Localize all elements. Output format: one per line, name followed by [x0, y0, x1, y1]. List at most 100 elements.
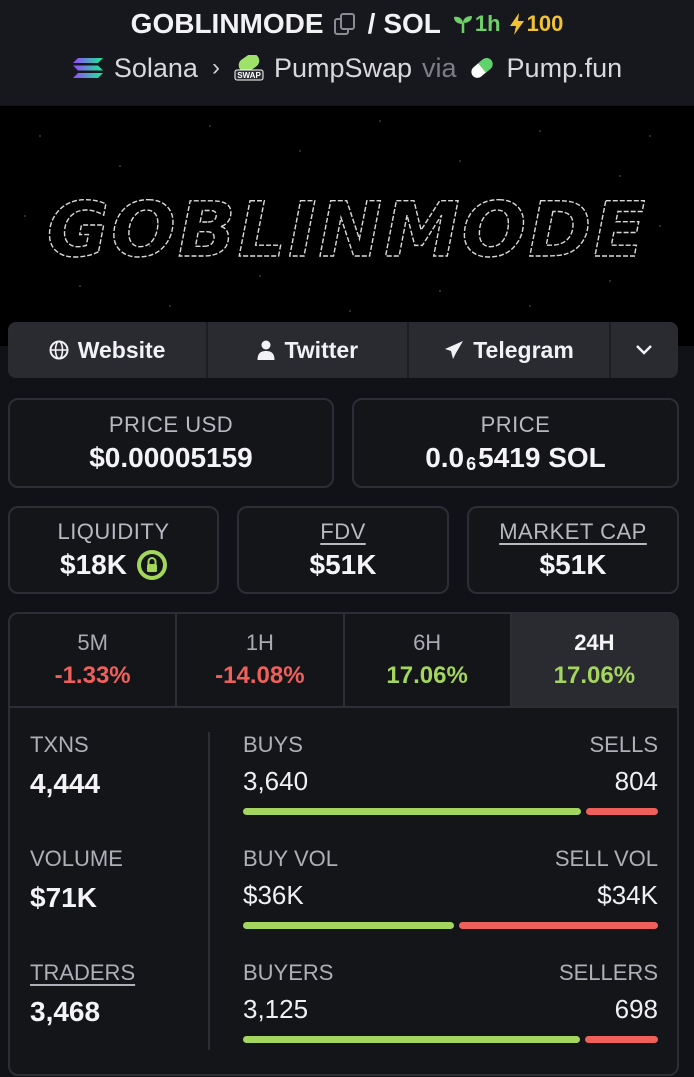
sell-vol-label: SELL VOL [554, 846, 658, 871]
tab-6h[interactable]: 6H 17.06% [345, 614, 512, 706]
sellers-label: SELLERS [558, 960, 658, 985]
solana-icon [72, 58, 103, 78]
tab-5m-label: 5M [77, 630, 108, 655]
buy-vol-bar-fill [243, 922, 454, 929]
pumpfun-pill-icon [470, 58, 493, 78]
traders-value: 3,468 [30, 996, 101, 1027]
price-usd-box: PRICE USD $0.00005159 [8, 398, 334, 488]
split-column: BUYS SELLS 3,640 804 BUY VOL SELL VOL $36K $… [243, 732, 658, 1074]
fdv-value: $51K [309, 549, 377, 580]
sellers-bar-fill [584, 1036, 658, 1043]
launchpad-name[interactable]: Pump.fun [507, 53, 623, 84]
tab-1h-change: -14.08% [215, 662, 305, 689]
buyers-value: 3,125 [243, 994, 309, 1024]
liquidity-box: LIQUIDITY $18K [8, 506, 219, 594]
sells-bar-fill [585, 808, 658, 815]
svg-text:SWAP: SWAP [237, 71, 261, 80]
traders-metric: TRADERS 3,468 [30, 960, 210, 1074]
txns-metric: TXNS 4,444 [30, 732, 210, 846]
telegram-button[interactable]: Telegram [409, 322, 611, 378]
sells-value: 804 [614, 766, 658, 796]
social-links-bar: Website Twitter Telegram [8, 322, 678, 378]
pair-header: GOBLINMODE / SOL 1h 100 Solana › SWAP Pu… [0, 0, 694, 105]
lock-icon[interactable] [136, 550, 167, 580]
market-cap-value: $51K [539, 549, 607, 580]
price-usd-value: $0.00005159 [89, 442, 253, 473]
volume-split: BUY VOL SELL VOL $36K $34K [243, 846, 658, 960]
chevron-right-icon: › [211, 54, 220, 81]
sell-vol-value: $34K [597, 880, 658, 910]
tab-6h-change: 17.06% [386, 662, 468, 689]
price-native-box: PRICE 0.0 6 5419 SOL [352, 398, 679, 488]
buy-vol-value: $36K [243, 880, 304, 910]
tab-5m[interactable]: 5M -1.33% [10, 614, 178, 706]
volume-bar [243, 922, 658, 929]
tab-24h-label: 24H [574, 630, 615, 655]
chain-name[interactable]: Solana [114, 53, 198, 84]
more-links-button[interactable] [611, 322, 678, 378]
buys-value: 3,640 [243, 766, 309, 796]
token-banner: GOBLINMODE [0, 106, 694, 346]
telegram-label: Telegram [473, 336, 574, 363]
fdv-label[interactable]: FDV [320, 519, 366, 545]
pair-route-row: Solana › SWAP PumpSwap via Pump.fun [0, 50, 694, 86]
globe-icon [49, 340, 69, 360]
traders-bar [243, 1036, 658, 1043]
timeframe-tabs: 5M -1.33% 1H -14.08% 6H 17.06% 24H 17.06… [10, 614, 677, 708]
boost-count: 100 [526, 11, 564, 36]
quote-symbol: SOL [383, 8, 441, 39]
user-icon [257, 340, 275, 360]
market-cap-label[interactable]: MARKET CAP [499, 519, 647, 545]
price-native-zero-count: 6 [466, 453, 477, 474]
buys-label: BUYS [243, 732, 303, 757]
tab-5m-change: -1.33% [54, 662, 131, 689]
totals-column: TXNS 4,444 VOLUME $71K TRADERS 3,468 [30, 732, 210, 1074]
price-native-label: PRICE [480, 412, 551, 437]
tab-1h[interactable]: 1H -14.08% [177, 614, 345, 706]
website-label: Website [77, 336, 166, 363]
pair-title-row: GOBLINMODE / SOL 1h 100 [0, 6, 694, 42]
pair-age-badge: 1h [453, 11, 501, 37]
trade-stats-panel: 5M -1.33% 1H -14.08% 6H 17.06% 24H 17.06… [8, 612, 679, 1076]
twitter-label: Twitter [284, 336, 359, 363]
buys-sells-split: BUYS SELLS 3,640 804 [243, 732, 658, 846]
price-native-value: 0.0 6 5419 SOL [425, 442, 606, 474]
banner-artwork: GOBLINMODE [24, 120, 661, 312]
sells-label: SELLS [589, 732, 659, 757]
lightning-icon [509, 13, 524, 35]
boost-badge[interactable]: 100 [509, 11, 564, 37]
token-symbol: GOBLINMODE [130, 8, 324, 39]
tab-1h-label: 1H [245, 630, 274, 655]
market-cap-box: MARKET CAP $51K [467, 506, 679, 594]
copy-icon[interactable] [333, 13, 355, 35]
pair-separator: / [367, 8, 376, 39]
buyers-label: BUYERS [243, 960, 334, 985]
pumpswap-icon: SWAP [234, 55, 264, 81]
website-button[interactable]: Website [8, 322, 209, 378]
tab-24h[interactable]: 24H 17.06% [511, 614, 677, 706]
banner-wordmark: GOBLINMODE [47, 185, 647, 274]
price-native-prefix: 0.0 [425, 442, 465, 473]
traders-label[interactable]: TRADERS [30, 960, 210, 986]
via-label: via [422, 52, 457, 83]
volume-label: VOLUME [30, 846, 123, 871]
buys-bar-fill [243, 808, 581, 815]
volume-metric: VOLUME $71K [30, 846, 210, 960]
liquidity-label: LIQUIDITY [57, 519, 170, 544]
twitter-button[interactable]: Twitter [208, 322, 410, 378]
dex-name[interactable]: PumpSwap [274, 53, 412, 84]
price-native-suffix: 5419 SOL [478, 442, 606, 473]
sell-vol-bar-fill [458, 922, 658, 929]
buys-sells-bar [243, 808, 658, 815]
txns-label: TXNS [30, 732, 89, 757]
sellers-value: 698 [614, 994, 658, 1024]
pair-age: 1h [474, 11, 501, 36]
fdv-box: FDV $51K [237, 506, 449, 594]
buy-vol-label: BUY VOL [243, 846, 338, 871]
txns-value: 4,444 [30, 768, 101, 799]
price-usd-label: PRICE USD [108, 412, 234, 437]
seedling-icon [453, 16, 472, 33]
paper-plane-icon [445, 341, 464, 359]
volume-value: $71K [30, 882, 97, 913]
column-divider [208, 732, 210, 1050]
